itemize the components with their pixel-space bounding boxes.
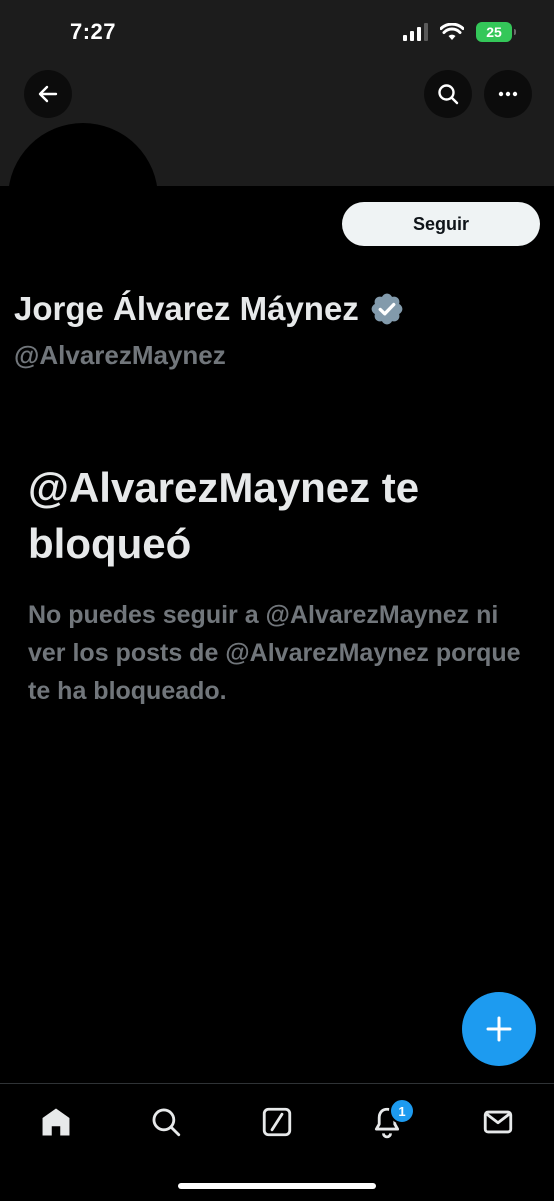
nav-grok[interactable] (257, 1102, 297, 1142)
search-button[interactable] (424, 70, 472, 118)
status-bar: 7:27 25 (0, 0, 554, 64)
profile-handle: @AlvarezMaynez (14, 340, 226, 370)
home-indicator[interactable] (178, 1183, 376, 1189)
nav-messages[interactable] (478, 1102, 518, 1142)
search-icon (152, 1108, 181, 1137)
nav-notifications[interactable]: 1 (367, 1098, 415, 1142)
plus-icon (486, 1016, 512, 1042)
notification-badge: 1 (389, 1098, 415, 1124)
more-options-button[interactable] (484, 70, 532, 118)
messages-icon (483, 1110, 513, 1134)
compose-post-button[interactable] (462, 992, 536, 1066)
display-name: Jorge Álvarez Máynez (14, 290, 359, 327)
grok-icon (262, 1107, 292, 1137)
battery-icon: 25 (476, 22, 516, 42)
follow-button[interactable]: Seguir (342, 202, 540, 246)
nav-home[interactable] (36, 1102, 76, 1142)
blocked-description: No puedes seguir a @AlvarezMaynez ni ver… (28, 601, 521, 705)
back-arrow-icon (38, 85, 58, 103)
blocked-title: @AlvarezMaynez te bloqueó (28, 464, 420, 567)
home-icon (42, 1108, 70, 1136)
wifi-icon (440, 23, 464, 40)
nav-search[interactable] (146, 1102, 186, 1142)
status-time: 7:27 (70, 19, 117, 44)
avatar[interactable] (8, 123, 158, 273)
search-icon (438, 84, 459, 105)
verified-badge-icon (371, 293, 403, 325)
profile-name-row: Jorge Álvarez Máynez (14, 290, 405, 328)
more-icon (498, 91, 518, 97)
status-icons: 25 (403, 22, 516, 42)
back-button[interactable] (24, 70, 72, 118)
cellular-signal-icon (403, 23, 428, 41)
